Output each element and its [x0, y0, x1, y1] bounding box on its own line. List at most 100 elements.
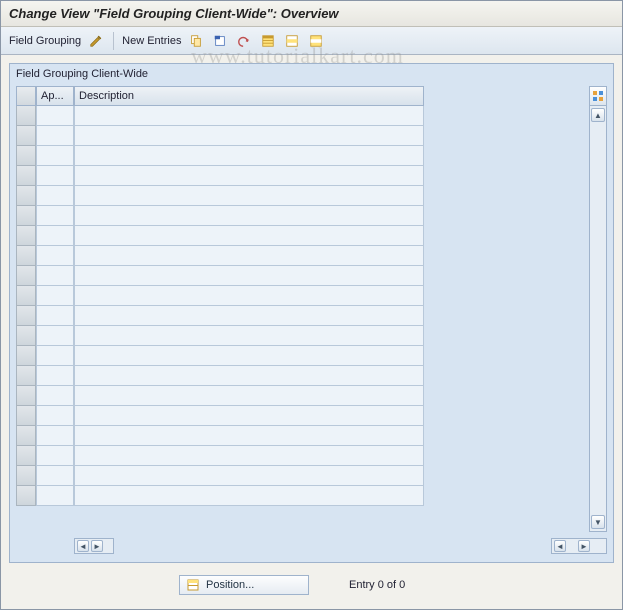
cell-ap[interactable]: [36, 346, 74, 366]
cell-description[interactable]: [74, 286, 424, 306]
row-selector[interactable]: [16, 186, 36, 206]
cell-ap[interactable]: [36, 386, 74, 406]
row-selector[interactable]: [16, 286, 36, 306]
cell-description[interactable]: [74, 386, 424, 406]
row-selector[interactable]: [16, 446, 36, 466]
table-row: [16, 206, 424, 226]
cell-description[interactable]: [74, 186, 424, 206]
cell-ap[interactable]: [36, 106, 74, 126]
table-settings-icon[interactable]: [589, 86, 607, 106]
row-selector-header: [16, 86, 36, 106]
table-control: Ap... Description ▲ ▼: [16, 86, 607, 532]
horizontal-scrollbar-right[interactable]: ◄ ►: [551, 538, 607, 554]
row-selector[interactable]: [16, 146, 36, 166]
cell-description[interactable]: [74, 466, 424, 486]
cell-ap[interactable]: [36, 146, 74, 166]
horizontal-scrollbar-left[interactable]: ◄ ►: [74, 538, 114, 554]
hscroll-right-icon-2[interactable]: ►: [578, 540, 590, 552]
cell-ap[interactable]: [36, 206, 74, 226]
row-selector[interactable]: [16, 386, 36, 406]
row-selector[interactable]: [16, 166, 36, 186]
row-selector[interactable]: [16, 226, 36, 246]
table-row: [16, 386, 424, 406]
cell-ap[interactable]: [36, 126, 74, 146]
field-grouping-label[interactable]: Field Grouping: [9, 35, 81, 47]
row-selector[interactable]: [16, 426, 36, 446]
table-row: [16, 126, 424, 146]
cell-ap[interactable]: [36, 266, 74, 286]
hscroll-left-icon-2[interactable]: ◄: [554, 540, 566, 552]
new-entries-button[interactable]: New Entries: [122, 35, 181, 47]
cell-description[interactable]: [74, 226, 424, 246]
cell-ap[interactable]: [36, 226, 74, 246]
toggle-display-change-icon[interactable]: [87, 32, 105, 50]
cell-description[interactable]: [74, 146, 424, 166]
vertical-scrollbar[interactable]: ▲ ▼: [589, 106, 607, 532]
cell-description[interactable]: [74, 266, 424, 286]
select-block-icon[interactable]: [283, 32, 301, 50]
cell-ap[interactable]: [36, 446, 74, 466]
row-selector[interactable]: [16, 466, 36, 486]
table-row: [16, 186, 424, 206]
column-header-description[interactable]: Description: [74, 86, 424, 106]
cell-ap[interactable]: [36, 186, 74, 206]
deselect-all-icon[interactable]: [307, 32, 325, 50]
row-selector[interactable]: [16, 246, 36, 266]
cell-description[interactable]: [74, 326, 424, 346]
cell-description[interactable]: [74, 126, 424, 146]
cell-description[interactable]: [74, 446, 424, 466]
cell-ap[interactable]: [36, 306, 74, 326]
select-all-icon[interactable]: [259, 32, 277, 50]
position-button[interactable]: Position...: [179, 575, 309, 595]
row-selector[interactable]: [16, 126, 36, 146]
cell-description[interactable]: [74, 486, 424, 506]
table-row: [16, 106, 424, 126]
table-row: [16, 426, 424, 446]
cell-description[interactable]: [74, 306, 424, 326]
row-selector[interactable]: [16, 306, 36, 326]
cell-ap[interactable]: [36, 286, 74, 306]
table-row: [16, 446, 424, 466]
cell-ap[interactable]: [36, 326, 74, 346]
cell-ap[interactable]: [36, 406, 74, 426]
cell-description[interactable]: [74, 346, 424, 366]
footer-bar: Position... Entry 0 of 0: [9, 571, 614, 599]
hscroll-left-icon[interactable]: ◄: [77, 540, 89, 552]
cell-description[interactable]: [74, 106, 424, 126]
hscroll-right-icon[interactable]: ►: [91, 540, 103, 552]
cell-description[interactable]: [74, 366, 424, 386]
row-selector[interactable]: [16, 106, 36, 126]
row-selector[interactable]: [16, 266, 36, 286]
delete-icon[interactable]: [211, 32, 229, 50]
body-fill: [424, 106, 589, 532]
cell-description[interactable]: [74, 206, 424, 226]
group-box-label: Field Grouping Client-Wide: [16, 68, 148, 80]
row-selector[interactable]: [16, 366, 36, 386]
content-panel: Field Grouping Client-Wide Ap... Descrip…: [9, 63, 614, 563]
title-bar: Change View "Field Grouping Client-Wide"…: [1, 1, 622, 27]
table-row: [16, 406, 424, 426]
cell-ap[interactable]: [36, 426, 74, 446]
cell-ap[interactable]: [36, 486, 74, 506]
cell-description[interactable]: [74, 166, 424, 186]
scroll-down-icon[interactable]: ▼: [591, 515, 605, 529]
copy-as-icon[interactable]: [187, 32, 205, 50]
position-button-label: Position...: [206, 579, 254, 591]
row-selector[interactable]: [16, 406, 36, 426]
cell-description[interactable]: [74, 246, 424, 266]
table-row: [16, 146, 424, 166]
row-selector[interactable]: [16, 486, 36, 506]
cell-ap[interactable]: [36, 166, 74, 186]
cell-description[interactable]: [74, 426, 424, 446]
table-header-row: Ap... Description: [16, 86, 607, 106]
row-selector[interactable]: [16, 346, 36, 366]
cell-ap[interactable]: [36, 246, 74, 266]
column-header-ap[interactable]: Ap...: [36, 86, 74, 106]
row-selector[interactable]: [16, 206, 36, 226]
undo-icon[interactable]: [235, 32, 253, 50]
cell-ap[interactable]: [36, 366, 74, 386]
cell-ap[interactable]: [36, 466, 74, 486]
row-selector[interactable]: [16, 326, 36, 346]
cell-description[interactable]: [74, 406, 424, 426]
scroll-up-icon[interactable]: ▲: [591, 108, 605, 122]
